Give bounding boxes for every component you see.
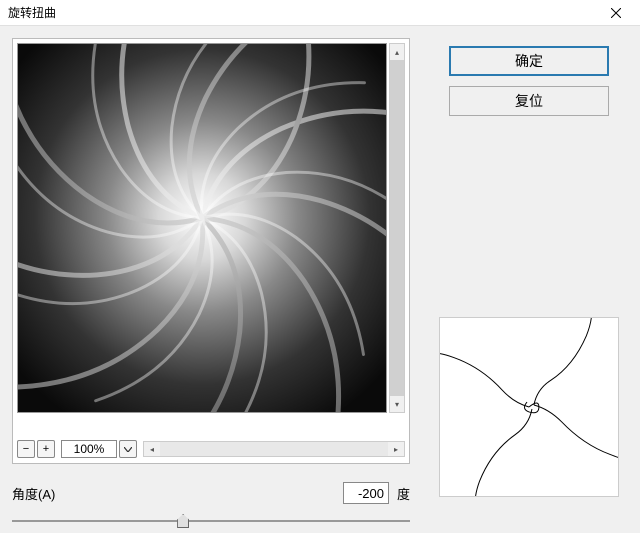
angle-row: 角度(A) 度 — [12, 482, 410, 504]
dialog-titlebar: 旋转扭曲 — [0, 0, 640, 26]
chevron-down-icon — [124, 443, 132, 455]
dialog-title: 旋转扭曲 — [8, 4, 600, 21]
vertical-scroll-track[interactable] — [390, 60, 404, 396]
left-column: ▴ ▾ − + 100% ◂ — [12, 38, 410, 521]
scroll-down-arrow-icon[interactable]: ▾ — [390, 396, 404, 412]
zoom-toolbar: − + 100% ◂ ▸ — [17, 439, 405, 459]
preview-image[interactable] — [17, 43, 387, 413]
zoom-out-button[interactable]: − — [17, 440, 35, 458]
minus-icon: − — [23, 443, 29, 455]
plus-icon: + — [43, 443, 49, 455]
scroll-right-arrow-icon[interactable]: ▸ — [388, 442, 404, 456]
slider-thumb[interactable] — [177, 514, 189, 528]
preview-scroll-wrap: ▴ ▾ — [17, 43, 405, 435]
right-column: 确定 复位 — [430, 38, 628, 521]
angle-input[interactable] — [343, 482, 389, 504]
preview-vertical-scrollbar[interactable]: ▴ ▾ — [389, 43, 405, 413]
zoom-value-display[interactable]: 100% — [61, 440, 117, 458]
reset-button[interactable]: 复位 — [449, 86, 609, 116]
angle-slider[interactable] — [12, 512, 410, 530]
preview-panel: ▴ ▾ − + 100% ◂ — [12, 38, 410, 464]
close-icon — [611, 8, 621, 18]
close-button[interactable] — [600, 3, 632, 23]
angle-unit-label: 度 — [397, 484, 410, 503]
scroll-up-arrow-icon[interactable]: ▴ — [390, 44, 404, 60]
twirl-preview-svg — [18, 44, 386, 412]
dialog-body: ▴ ▾ − + 100% ◂ — [0, 26, 640, 533]
wireframe-svg — [440, 318, 618, 496]
scroll-left-arrow-icon[interactable]: ◂ — [144, 442, 160, 456]
preview-horizontal-scrollbar[interactable]: ◂ ▸ — [143, 441, 405, 457]
ok-button[interactable]: 确定 — [449, 46, 609, 76]
wireframe-preview — [439, 317, 619, 497]
slider-track — [12, 520, 410, 522]
zoom-dropdown-button[interactable] — [119, 440, 137, 458]
angle-label: 角度(A) — [12, 484, 55, 503]
zoom-in-button[interactable]: + — [37, 440, 55, 458]
